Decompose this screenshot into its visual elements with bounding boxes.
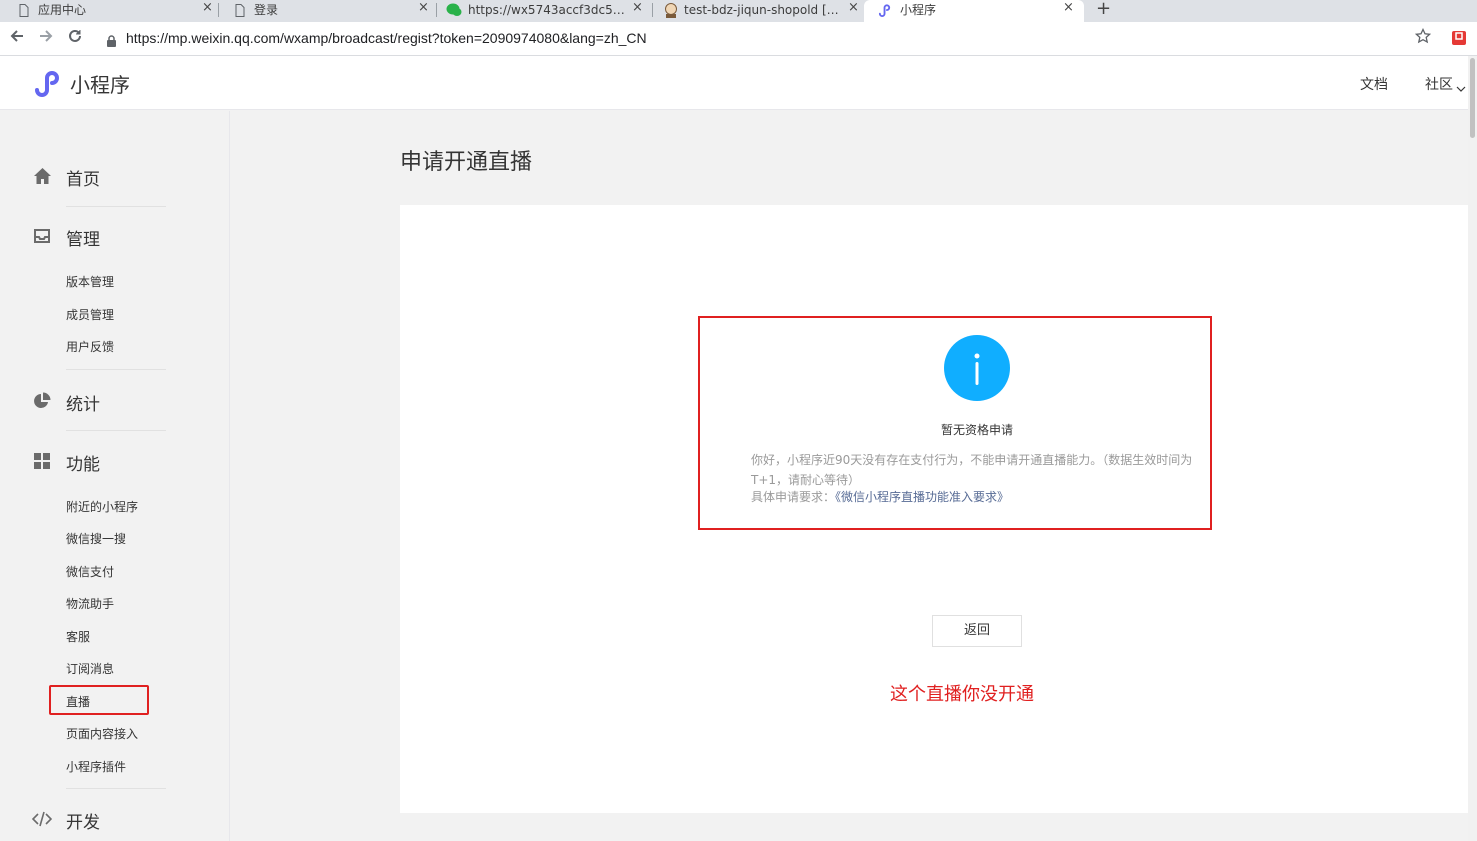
sidebar-group-stats[interactable]: 统计 [32,391,100,415]
sidebar-item-nearby[interactable]: 附近的小程序 [66,498,138,515]
sidebar-group-features[interactable]: 功能 [32,451,100,475]
sidebar-group-dev[interactable]: 开发 [32,809,100,833]
sidebar-group-manage[interactable]: 管理 [32,226,100,250]
forward-arrow-icon[interactable] [38,28,54,49]
sidebar-group-label: 功能 [66,455,100,475]
annotation-text: 这个直播你没开通 [890,684,1034,705]
requirements-prefix: 具体申请要求： [751,490,836,504]
scrollbar-thumb[interactable] [1470,58,1475,138]
pie-chart-icon [32,391,52,411]
sidebar-item-plugin[interactable]: 小程序插件 [66,758,126,775]
miniprogram-icon [878,3,892,17]
tab-jenkins[interactable]: test-bdz-jiqun-shopold [Jenkins × [646,0,868,22]
scrollbar[interactable] [1468,56,1477,841]
sidebar-item-members[interactable]: 成员管理 [66,306,114,323]
tab-close-icon[interactable]: × [848,0,859,16]
tab-title: 登录 [254,3,279,17]
info-icon [944,335,1010,401]
tab-miniprogram[interactable]: 小程序 × [864,0,1084,22]
sidebar-group-label: 管理 [66,230,100,250]
sidebar-item-search[interactable]: 微信搜一搜 [66,530,126,547]
extension-icon[interactable] [1452,31,1466,45]
live-highlight-box [49,685,149,715]
tab-title: 应用中心 [38,3,87,17]
sidebar-divider [66,206,166,207]
back-arrow-icon[interactable] [9,28,25,49]
lock-icon [107,32,116,47]
notice-title: 暂无资格申请 [940,423,1013,437]
sidebar-item-logistics[interactable]: 物流助手 [66,595,114,612]
chevron-down-icon[interactable] [1456,78,1466,97]
sidebar-item-service[interactable]: 客服 [66,628,90,645]
sidebar-group-label: 统计 [66,395,100,415]
tab-title: https://wx5743accf3dc5e133.x [468,3,628,17]
notice-requirements: 具体申请要求：《微信小程序直播功能准入要求》 [751,489,1009,505]
sidebar-item-page-content[interactable]: 页面内容接入 [66,725,138,742]
jenkins-icon [664,2,678,18]
sidebar-item-pay[interactable]: 微信支付 [66,563,114,580]
wechat-icon [446,3,462,17]
reload-icon[interactable] [67,28,83,49]
sidebar-divider [66,788,166,789]
browser-tab-bar: 应用中心 × 登录 × https://wx5743accf3dc5e133.x… [0,0,1477,22]
header-link-docs[interactable]: 文档 [1360,74,1388,94]
sidebar-divider [66,430,166,431]
page-title: 申请开通直播 [400,150,533,175]
sidebar-item-feedback[interactable]: 用户反馈 [66,338,114,355]
tab-close-icon[interactable]: × [202,0,213,16]
back-button[interactable]: 返回 [932,615,1022,647]
sidebar-group-label: 开发 [66,813,100,833]
tab-app-center[interactable]: 应用中心 × [0,0,218,22]
sidebar-divider [66,369,166,370]
site-header: 小程序 文档 社区 [0,56,1477,110]
sidebar-group-label: 首页 [66,170,100,190]
tab-close-icon[interactable]: × [1063,0,1074,16]
document-icon [18,3,30,17]
url-field[interactable]: https://mp.weixin.qq.com/wxamp/broadcast… [126,30,647,46]
tab-close-icon[interactable]: × [418,0,429,16]
tab-wx-url[interactable]: https://wx5743accf3dc5e133.x × [430,0,650,22]
address-bar: https://mp.weixin.qq.com/wxamp/broadcast… [0,22,1477,56]
sidebar-item-subscribe[interactable]: 订阅消息 [66,660,114,677]
tab-login[interactable]: 登录 × [216,0,436,22]
requirements-link[interactable]: 《微信小程序直播功能准入要求》 [835,490,1009,504]
tab-title: test-bdz-jiqun-shopold [Jenkins [684,3,842,17]
sidebar-group-home[interactable]: 首页 [32,166,100,190]
miniprogram-logo-icon[interactable] [33,69,63,97]
document-icon [234,3,246,17]
code-icon [32,809,52,829]
header-link-community[interactable]: 社区 [1425,74,1453,94]
tab-close-icon[interactable]: × [632,0,643,16]
logo-text[interactable]: 小程序 [70,69,130,98]
new-tab-button[interactable]: + [1096,0,1111,19]
inbox-icon [32,226,52,246]
bookmark-star-icon[interactable] [1414,27,1432,49]
tab-title: 小程序 [900,3,937,17]
notice-description: 你好，小程序近90天没有存在支付行为，不能申请开通直播能力。（数据生效时间为T+… [751,453,1193,487]
grid-icon [32,451,52,471]
sidebar-item-version[interactable]: 版本管理 [66,273,114,290]
home-icon [32,166,52,186]
